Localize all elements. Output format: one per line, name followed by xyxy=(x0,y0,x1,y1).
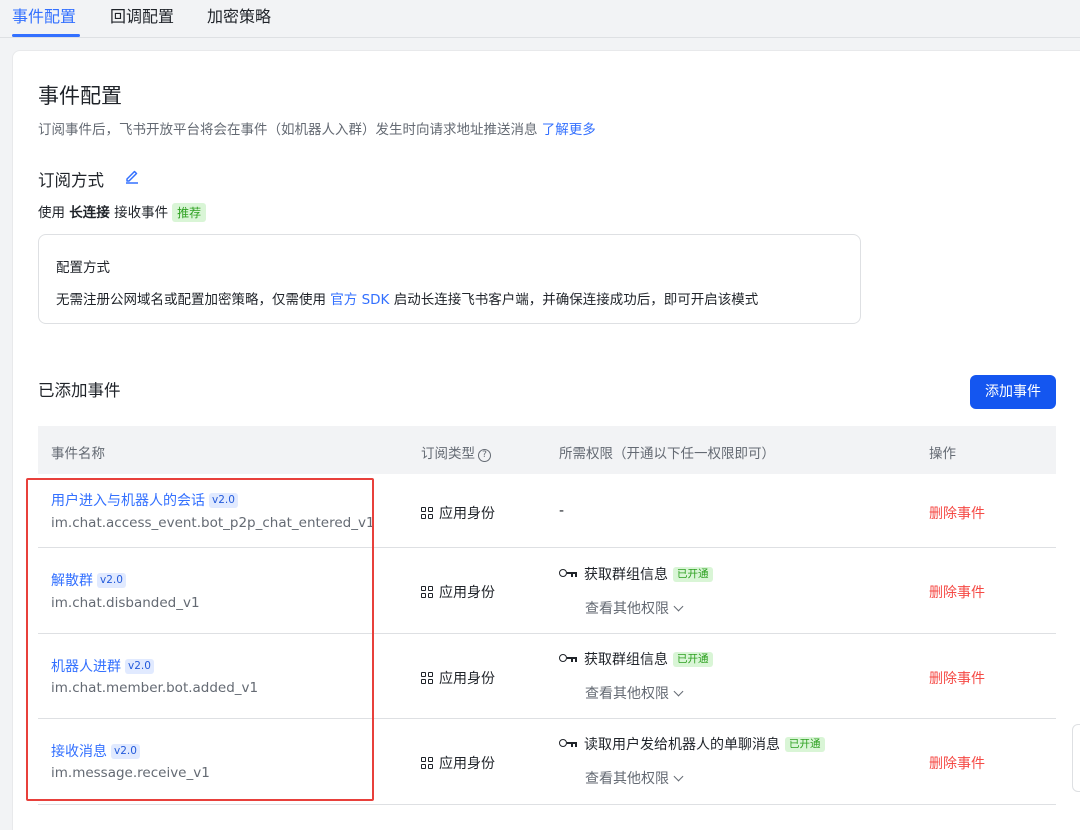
table-row: 解散群 v2.0 im.chat.disbanded_v1 应用身份 获取群组信息… xyxy=(38,548,1056,634)
version-badge: v2.0 xyxy=(209,493,238,508)
subscription-heading: 订阅方式 xyxy=(38,171,104,190)
identity-type: 应用身份 xyxy=(421,668,495,688)
identity-label: 应用身份 xyxy=(439,756,495,772)
view-more-label: 查看其他权限 xyxy=(585,771,669,787)
tab-callback-config[interactable]: 回调配置 xyxy=(110,3,174,27)
event-name: 解散群 xyxy=(51,573,93,589)
chevron-down-icon xyxy=(673,771,684,782)
identity-type: 应用身份 xyxy=(421,582,495,602)
page-title: 事件配置 xyxy=(38,84,122,108)
status-badge: 已开通 xyxy=(673,567,713,582)
delete-event-button[interactable]: 删除事件 xyxy=(929,582,985,602)
config-text-1: 无需注册公网域名或配置加密策略，仅需使用 xyxy=(56,292,326,308)
chevron-down-icon xyxy=(673,686,684,697)
view-more-permissions[interactable]: 查看其他权限 xyxy=(585,683,684,703)
column-header-name: 事件名称 xyxy=(51,446,105,462)
table-header: 事件名称 订阅类型? 所需权限（开通以下任一权限即可） 操作 xyxy=(38,426,1056,474)
version-badge: v2.0 xyxy=(111,744,140,759)
identity-type: 应用身份 xyxy=(421,753,495,773)
mode-suffix: 接收事件 xyxy=(114,205,169,221)
identity-type: 应用身份 xyxy=(421,503,495,523)
status-badge: 已开通 xyxy=(673,652,713,667)
chevron-down-icon xyxy=(673,601,684,612)
official-sdk-link[interactable]: 官方 SDK xyxy=(330,292,389,308)
permission-label: 读取用户发给机器人的单聊消息 xyxy=(584,737,780,753)
view-more-label: 查看其他权限 xyxy=(585,601,669,617)
app-grid-icon xyxy=(421,507,433,519)
column-header-type-label: 订阅类型 xyxy=(421,446,475,462)
event-name-link[interactable]: 接收消息 v2.0 xyxy=(51,741,140,761)
permission-item: 获取群组信息 已开通 xyxy=(559,564,713,584)
learn-more-link[interactable]: 了解更多 xyxy=(542,122,596,138)
mode-prefix: 使用 xyxy=(38,205,65,221)
subscription-mode: 使用 长连接 接收事件 推荐 xyxy=(38,201,207,222)
app-grid-icon xyxy=(421,586,433,598)
permission-label: 获取群组信息 xyxy=(584,567,668,583)
tab-event-config[interactable]: 事件配置 xyxy=(12,3,76,27)
status-badge: 已开通 xyxy=(785,737,825,752)
delete-event-button[interactable]: 删除事件 xyxy=(929,753,985,773)
permission-label: 获取群组信息 xyxy=(584,652,668,668)
config-title: 配置方式 xyxy=(56,260,110,276)
edit-pencil-icon[interactable] xyxy=(124,168,140,184)
key-icon xyxy=(559,568,578,578)
question-circle-icon[interactable]: ? xyxy=(478,449,491,462)
tab-encryption-strategy[interactable]: 加密策略 xyxy=(207,3,271,27)
event-name: 用户进入与机器人的会话 xyxy=(51,493,205,509)
no-permission: - xyxy=(559,503,565,519)
permission-item: 获取群组信息 已开通 xyxy=(559,649,713,669)
table-row: 接收消息 v2.0 im.message.receive_v1 应用身份 读取用户… xyxy=(38,719,1056,805)
table-row: 用户进入与机器人的会话 v2.0 im.chat.access_event.bot… xyxy=(38,474,1056,548)
event-name-link[interactable]: 机器人进群 v2.0 xyxy=(51,656,154,676)
permission-item: 读取用户发给机器人的单聊消息 已开通 xyxy=(559,734,825,754)
event-name-link[interactable]: 解散群 v2.0 xyxy=(51,570,126,590)
event-id: im.message.receive_v1 xyxy=(51,765,210,781)
event-id: im.chat.access_event.bot_p2p_chat_entere… xyxy=(51,515,375,531)
table-row: 机器人进群 v2.0 im.chat.member.bot.added_v1 应用… xyxy=(38,634,1056,719)
page-description: 订阅事件后，飞书开放平台将会在事件（如机器人入群）发生时向请求地址推送消息 了解… xyxy=(38,118,596,138)
add-event-button[interactable]: 添加事件 xyxy=(970,375,1056,409)
key-icon xyxy=(559,738,578,748)
event-id: im.chat.member.bot.added_v1 xyxy=(51,680,259,696)
active-tab-indicator xyxy=(12,34,80,37)
app-grid-icon xyxy=(421,757,433,769)
delete-event-button[interactable]: 删除事件 xyxy=(929,503,985,523)
column-header-action: 操作 xyxy=(929,446,956,462)
config-info-box: 配置方式 无需注册公网域名或配置加密策略，仅需使用 官方 SDK 启动长连接飞书… xyxy=(38,234,861,324)
recommend-badge: 推荐 xyxy=(172,203,207,222)
app-grid-icon xyxy=(421,672,433,684)
event-name-link[interactable]: 用户进入与机器人的会话 v2.0 xyxy=(51,490,238,510)
added-events-heading: 已添加事件 xyxy=(38,381,121,400)
config-text-2: 启动长连接飞书客户端，并确保连接成功后，即可开启该模式 xyxy=(393,292,759,308)
event-name: 接收消息 xyxy=(51,744,107,760)
view-more-permissions[interactable]: 查看其他权限 xyxy=(585,598,684,618)
mode-name: 长连接 xyxy=(69,205,110,221)
view-more-label: 查看其他权限 xyxy=(585,686,669,702)
identity-label: 应用身份 xyxy=(439,585,495,601)
key-icon xyxy=(559,653,578,663)
identity-label: 应用身份 xyxy=(439,671,495,687)
event-name: 机器人进群 xyxy=(51,659,121,675)
column-header-perms: 所需权限（开通以下任一权限即可） xyxy=(559,446,775,462)
description-text: 订阅事件后，飞书开放平台将会在事件（如机器人入群）发生时向请求地址推送消息 xyxy=(38,122,538,138)
version-badge: v2.0 xyxy=(125,659,154,674)
delete-event-button[interactable]: 删除事件 xyxy=(929,668,985,688)
event-id: im.chat.disbanded_v1 xyxy=(51,595,200,611)
column-header-type: 订阅类型? xyxy=(421,442,491,462)
view-more-permissions[interactable]: 查看其他权限 xyxy=(585,768,684,788)
config-text: 无需注册公网域名或配置加密策略，仅需使用 官方 SDK 启动长连接飞书客户端，并… xyxy=(56,288,758,308)
version-badge: v2.0 xyxy=(97,573,126,588)
identity-label: 应用身份 xyxy=(439,506,495,522)
top-tabs: 事件配置 回调配置 加密策略 xyxy=(0,0,1080,38)
side-floating-tab[interactable] xyxy=(1072,724,1080,792)
